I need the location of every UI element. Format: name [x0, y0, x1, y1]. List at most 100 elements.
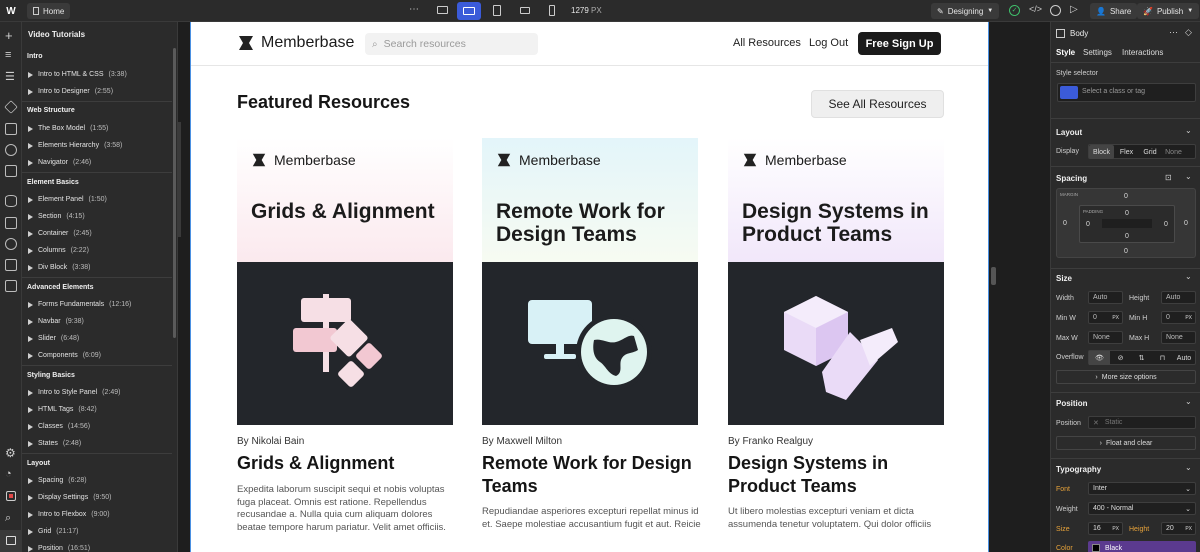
canvas-right-resize-handle[interactable]	[991, 267, 996, 285]
position-section-title[interactable]: Position	[1056, 399, 1088, 408]
record-icon[interactable]	[6, 491, 16, 501]
tutorial-item[interactable]: HTML Tags (8:42)	[28, 406, 97, 413]
padding-bottom-value[interactable]: 0	[1125, 233, 1129, 240]
weight-select[interactable]: 400 - Normal ⌄	[1088, 502, 1196, 515]
tab-style[interactable]: Style	[1056, 48, 1075, 57]
width-input[interactable]: Auto	[1088, 291, 1123, 304]
tutorial-item[interactable]: Display Settings (9:50)	[28, 494, 112, 501]
spacing-section-chevron-icon[interactable]: ⌄	[1185, 172, 1192, 181]
comments-icon[interactable]	[1050, 5, 1061, 16]
publish-button[interactable]: 🚀 Publish ▼	[1137, 3, 1200, 19]
site-logo[interactable]: Memberbase	[237, 34, 354, 52]
tablet-breakpoint-icon[interactable]	[493, 5, 501, 16]
overflow-hidden-icon[interactable]: ⊘	[1110, 351, 1131, 365]
navigator-layers-icon[interactable]: ≡	[5, 49, 11, 61]
tutorial-item[interactable]: Container (2:45)	[28, 230, 92, 237]
padding-top-value[interactable]: 0	[1125, 210, 1129, 217]
more-size-options-button[interactable]: › More size options	[1056, 370, 1196, 384]
tutorial-item[interactable]: Slider (6:48)	[28, 335, 79, 342]
display-grid-option[interactable]: Grid	[1139, 145, 1161, 159]
layout-section-chevron-icon[interactable]: ⌄	[1185, 126, 1192, 135]
card-title[interactable]: Remote Work for Design Teams	[482, 452, 698, 498]
share-button[interactable]: 👤 Share	[1090, 3, 1138, 19]
search-icon[interactable]: ⌕	[5, 512, 11, 525]
code-icon[interactable]: </>	[1029, 4, 1042, 14]
canvas-left-resize-handle[interactable]	[178, 122, 181, 237]
padding-box[interactable]: PADDING 0 0 0 0	[1079, 205, 1175, 243]
logic-icon[interactable]	[5, 217, 17, 229]
tutorial-item[interactable]: Navbar (9:38)	[28, 318, 84, 325]
padding-right-value[interactable]: 0	[1164, 221, 1168, 228]
size-section-title[interactable]: Size	[1056, 274, 1072, 283]
apps-icon[interactable]	[5, 280, 17, 292]
line-height-input[interactable]: 20 PX	[1161, 522, 1196, 535]
tutorial-item[interactable]: Position (16:51)	[28, 545, 90, 552]
settings-gear-icon[interactable]: ⚙	[5, 446, 16, 460]
layout-section-title[interactable]: Layout	[1056, 128, 1082, 137]
overflow-auto-option[interactable]: Auto	[1173, 351, 1195, 365]
size-section-chevron-icon[interactable]: ⌄	[1185, 272, 1192, 281]
tutorial-item[interactable]: Components (6:09)	[28, 352, 101, 359]
cms-icon[interactable]	[5, 123, 17, 135]
webflow-logo-icon[interactable]: W	[5, 5, 17, 17]
tutorial-item[interactable]: Section (4:15)	[28, 213, 85, 220]
overflow-clip-icon[interactable]: ⊓	[1152, 351, 1173, 365]
margin-bottom-value[interactable]: 0	[1124, 248, 1128, 255]
font-size-input[interactable]: 16 PX	[1088, 522, 1123, 535]
tutorial-item[interactable]: States (2:48)	[28, 440, 81, 447]
style-selector-input[interactable]: Select a class or tag	[1057, 83, 1196, 102]
padding-left-value[interactable]: 0	[1086, 221, 1090, 228]
overflow-visible-eye-icon[interactable]: 👁	[1089, 351, 1110, 365]
tutorial-item[interactable]: Element Panel (1:50)	[28, 196, 107, 203]
audit-icon[interactable]: ◔	[5, 468, 12, 480]
ecommerce-icon[interactable]	[5, 144, 17, 156]
tutorial-item[interactable]: Div Block (3:38)	[28, 264, 90, 271]
panel-scrollbar[interactable]	[173, 48, 176, 338]
free-sign-up-button[interactable]: Free Sign Up	[858, 32, 941, 55]
tutorial-item[interactable]: Intro to HTML & CSS (3:38)	[28, 71, 127, 78]
typography-section-title[interactable]: Typography	[1056, 465, 1101, 474]
color-picker[interactable]: Black	[1088, 541, 1196, 552]
min-width-input[interactable]: 0 PX	[1088, 311, 1123, 324]
desktop-breakpoint-icon[interactable]	[437, 6, 448, 14]
pages-icon[interactable]: ☰	[5, 70, 15, 83]
typography-section-chevron-icon[interactable]: ⌄	[1185, 463, 1192, 472]
display-block-option[interactable]: Block	[1089, 145, 1114, 159]
resource-card[interactable]: Memberbase Remote Work for Design Teams	[482, 138, 698, 425]
resource-card[interactable]: Memberbase Grids & Alignment	[237, 138, 453, 425]
more-options-icon[interactable]: ⋯	[409, 4, 419, 15]
spacing-section-title[interactable]: Spacing	[1056, 174, 1087, 183]
tutorial-item[interactable]: Navigator (2:46)	[28, 159, 91, 166]
assets-icon[interactable]	[5, 165, 17, 177]
margin-top-value[interactable]: 0	[1124, 193, 1128, 200]
margin-left-value[interactable]: 0	[1063, 220, 1067, 227]
card-title[interactable]: Grids & Alignment	[237, 452, 453, 475]
design-canvas[interactable]: Memberbase ⌕ Search resources All Resour…	[178, 22, 1050, 552]
tab-settings[interactable]: Settings	[1083, 48, 1112, 57]
tutorial-item[interactable]: Forms Fundamentals (12:16)	[28, 301, 131, 308]
home-page-selector[interactable]: Home	[27, 3, 71, 19]
preview-play-icon[interactable]: ▷	[1070, 4, 1078, 15]
add-element-icon[interactable]: +	[5, 28, 13, 43]
store-icon[interactable]	[5, 259, 17, 271]
margin-box[interactable]: MARGIN 0 0 0 0 PADDING 0 0 0 0	[1056, 188, 1196, 258]
nav-log-out[interactable]: Log Out	[809, 37, 848, 49]
video-tutorials-icon[interactable]	[0, 530, 22, 552]
tutorial-item[interactable]: Grid (21:17)	[28, 528, 78, 535]
desktop-large-breakpoint-icon[interactable]	[457, 2, 481, 20]
tutorial-item[interactable]: Intro to Flexbox (9:00)	[28, 511, 110, 518]
font-select[interactable]: Inter ⌄	[1088, 482, 1196, 495]
resource-card[interactable]: Memberbase Design Systems in Product Tea…	[728, 138, 944, 425]
spacing-preset-icon[interactable]: ⊡	[1165, 173, 1172, 182]
tutorial-item[interactable]: Columns (2:22)	[28, 247, 89, 254]
mode-dropdown[interactable]: ✎ Designing ▼	[931, 3, 1000, 19]
see-all-resources-button[interactable]: See All Resources	[811, 90, 944, 118]
tutorial-item[interactable]: Intro to Style Panel (2:49)	[28, 389, 120, 396]
mobile-landscape-breakpoint-icon[interactable]	[520, 7, 530, 14]
component-icon[interactable]: ◇	[1185, 27, 1192, 38]
max-height-input[interactable]: None	[1161, 331, 1196, 344]
mobile-portrait-breakpoint-icon[interactable]	[549, 5, 555, 16]
height-input[interactable]: Auto	[1161, 291, 1196, 304]
tutorial-item[interactable]: The Box Model (1:55)	[28, 125, 108, 132]
tab-interactions[interactable]: Interactions	[1122, 48, 1163, 57]
